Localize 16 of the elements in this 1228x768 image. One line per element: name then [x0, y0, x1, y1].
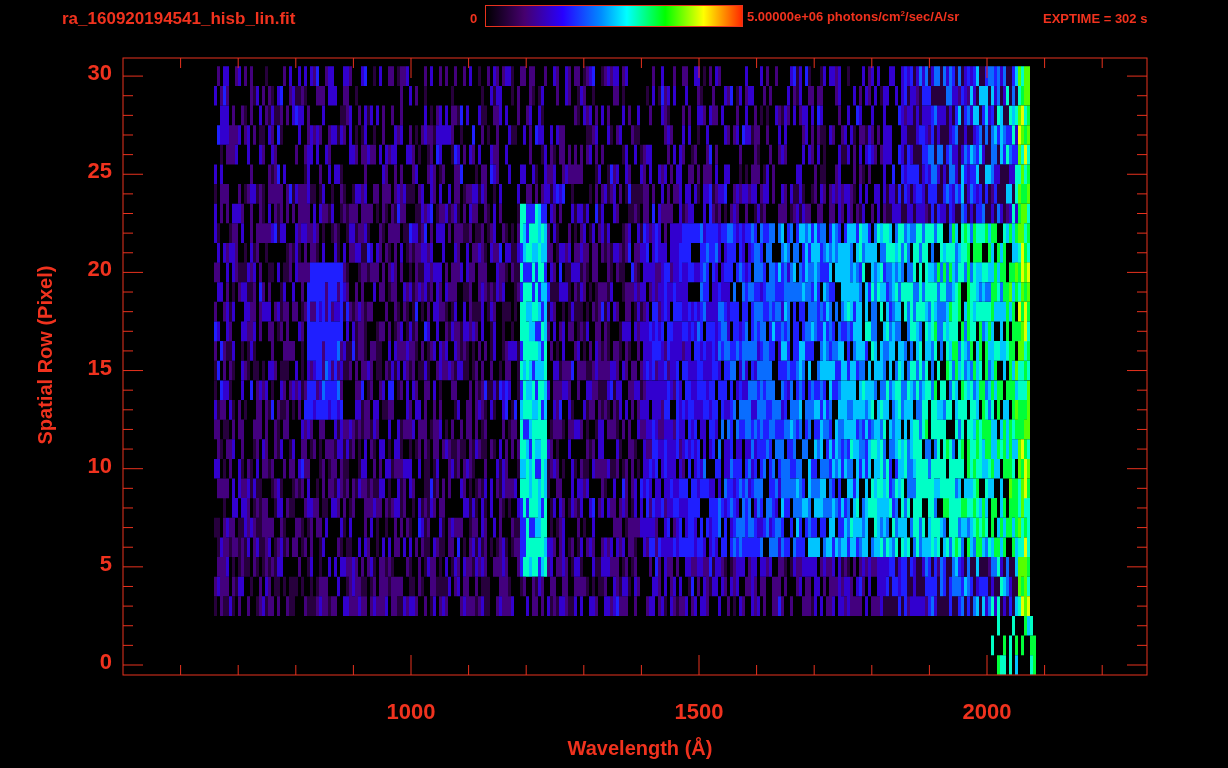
y-tick-label: 10	[87, 454, 112, 477]
y-tick-label: 5	[99, 552, 112, 575]
colorbar-min-label: 0	[470, 12, 478, 25]
y-tick-label: 20	[87, 258, 112, 281]
y-tick-label: 15	[87, 356, 112, 379]
exposure-time: EXPTIME = 302 s	[1043, 12, 1148, 25]
x-tick-label: 1000	[385, 701, 437, 723]
file-title: ra_160920194541_hisb_lin.fit	[62, 10, 296, 27]
y-tick-label: 25	[87, 160, 112, 183]
x-tick-label: 2000	[961, 701, 1013, 723]
colorbar-max-label: 5.00000e+06 photons/cm$^{2}$/sec/A/sr	[747, 10, 960, 24]
x-axis-label: Wavelength (Å)	[567, 738, 713, 758]
x-tick-label: 1500	[673, 701, 725, 723]
y-axis-label: Spatial Row (Pixel)	[35, 265, 55, 445]
y-tick-label: 30	[87, 62, 112, 85]
y-tick-label: 0	[99, 651, 112, 673]
